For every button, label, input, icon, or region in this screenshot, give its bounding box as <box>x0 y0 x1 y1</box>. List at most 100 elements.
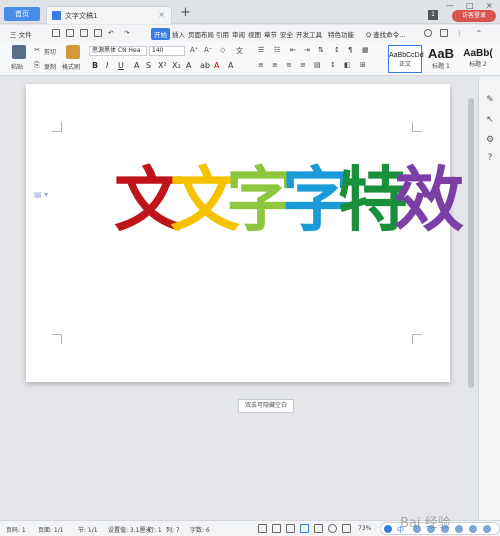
decrease-indent-icon[interactable]: ⇤ <box>290 46 296 54</box>
menu-item-view[interactable]: 视图 <box>248 29 261 39</box>
close-window-icon[interactable]: × <box>486 1 493 10</box>
font-color-icon[interactable]: A <box>214 61 219 70</box>
bold-icon[interactable]: B <box>92 61 98 70</box>
copy-icon[interactable]: ⎘ <box>34 61 40 70</box>
menu-item-review[interactable]: 审阅 <box>232 29 245 39</box>
home-tab[interactable]: 首页 <box>4 7 40 21</box>
shrink-font-icon[interactable]: A⁻ <box>204 46 212 54</box>
ime-logo-icon[interactable] <box>384 525 392 533</box>
art-text[interactable]: 文文字字特效 <box>114 160 464 240</box>
increase-indent-icon[interactable]: ⇥ <box>304 46 310 54</box>
page-mode-icon[interactable] <box>272 524 281 533</box>
web-view-icon[interactable] <box>328 524 337 533</box>
undo-icon[interactable]: ↶ <box>108 29 113 37</box>
line-spacing-icon[interactable]: ↕ <box>330 61 336 69</box>
style-heading-1[interactable]: AaB 标题 1 <box>423 45 459 73</box>
menu-item-page-layout[interactable]: 页面布局 <box>188 29 214 39</box>
style-heading-2[interactable]: AaBb( 标题 2 <box>460 45 496 73</box>
numbered-list-icon[interactable]: ☷ <box>274 46 280 54</box>
cut-label[interactable]: 剪切 <box>44 47 56 56</box>
menu-item-chapter[interactable]: 章节 <box>264 29 277 39</box>
shading-icon[interactable]: ◧ <box>344 61 351 69</box>
ime-menu-icon[interactable] <box>483 525 491 533</box>
ime-skin-icon[interactable] <box>455 525 463 533</box>
font-name-select[interactable]: 思源黑体 CN Hea <box>89 46 147 56</box>
font-size-select[interactable]: 140 <box>149 46 185 56</box>
settings-icon[interactable]: ⚙ <box>485 135 495 145</box>
font-effect-icon[interactable]: A <box>134 61 139 70</box>
border-dropdown-icon[interactable]: ⊞ <box>360 61 366 69</box>
status-page-number[interactable]: 页码: 1 <box>6 525 26 534</box>
style-normal[interactable]: AaBbCcDd 正文 <box>388 45 424 73</box>
menu-item-references[interactable]: 引用 <box>216 29 229 39</box>
align-right-icon[interactable]: ≡ <box>286 61 292 69</box>
cloud-icon[interactable] <box>424 29 432 37</box>
new-tab-button[interactable]: + <box>180 6 191 20</box>
menu-item-developer[interactable]: 开发工具 <box>296 29 322 39</box>
distribute-icon[interactable]: ▤ <box>314 61 321 69</box>
pen-icon[interactable]: ✎ <box>485 95 495 105</box>
select-icon[interactable]: ↖ <box>485 115 495 125</box>
status-word-count[interactable]: 字数: 6 <box>190 525 210 534</box>
status-setting[interactable]: 设置值: 3.1厘米 <box>108 525 151 534</box>
fullscreen-icon[interactable] <box>258 524 267 533</box>
cut-icon[interactable]: ✂ <box>34 46 40 54</box>
command-search[interactable]: Q 查找命令... <box>366 29 405 39</box>
file-menu[interactable]: 三 文件 <box>10 29 32 39</box>
preview-icon[interactable] <box>80 29 88 37</box>
copy-label[interactable]: 复制 <box>44 62 56 71</box>
maximize-icon[interactable]: □ <box>466 1 474 10</box>
justify-icon[interactable]: ≡ <box>300 61 306 69</box>
minimize-icon[interactable]: — <box>446 1 454 10</box>
ime-tool-icon[interactable] <box>469 525 477 533</box>
status-row[interactable]: 行: 1 <box>148 525 162 534</box>
paste-icon[interactable] <box>12 45 26 59</box>
italic-icon[interactable]: I <box>106 61 108 70</box>
strikethrough-icon[interactable]: S <box>146 61 151 70</box>
bullet-list-icon[interactable]: ☰ <box>258 46 264 54</box>
align-center-icon[interactable]: ≡ <box>272 61 278 69</box>
status-column[interactable]: 列: 7 <box>166 525 180 534</box>
collapse-ribbon-icon[interactable]: ^ <box>476 29 481 37</box>
status-section[interactable]: 节: 1/1 <box>78 525 98 534</box>
share-icon[interactable] <box>440 29 448 37</box>
document-tab[interactable]: 文字文稿1 × <box>46 6 172 24</box>
subscript-icon[interactable]: X₂ <box>172 61 181 70</box>
document-page[interactable]: ▤ ▾ 文文字字特效 <box>26 84 464 382</box>
align-left-icon[interactable]: ≡ <box>258 61 264 69</box>
format-painter-icon[interactable] <box>66 45 80 59</box>
status-pages[interactable]: 页面: 1/1 <box>38 525 64 534</box>
superscript-icon[interactable]: X² <box>158 61 167 70</box>
export-icon[interactable] <box>94 29 102 37</box>
paragraph-handle-icon[interactable]: ▤ ▾ <box>34 190 48 199</box>
highlight-icon[interactable]: ab <box>200 61 210 70</box>
menu-item-insert[interactable]: 插入 <box>172 29 185 39</box>
phonetic-icon[interactable]: 文 <box>236 46 243 56</box>
char-border-icon[interactable]: A <box>228 61 233 70</box>
page-view-icon[interactable] <box>300 524 309 533</box>
account-badge[interactable]: 1 <box>428 10 438 20</box>
chinese-layout-icon[interactable]: ⇅ <box>318 46 324 54</box>
sort-icon[interactable]: ↕ <box>334 46 340 54</box>
close-tab-icon[interactable]: × <box>158 10 165 19</box>
more-icon[interactable]: ⋮ <box>456 29 463 37</box>
menu-item-security[interactable]: 安全 <box>280 29 293 39</box>
write-mode-icon[interactable] <box>286 524 295 533</box>
grow-font-icon[interactable]: A⁺ <box>190 46 198 54</box>
menu-item-start[interactable]: 开始 <box>151 28 170 40</box>
clear-format-icon[interactable]: ◇ <box>220 46 225 54</box>
vertical-scrollbar[interactable] <box>467 80 475 516</box>
text-effects-icon[interactable]: A <box>186 61 191 70</box>
visitor-login-button[interactable]: 访客登录 <box>452 10 496 22</box>
menu-item-features[interactable]: 特色功能 <box>328 29 354 39</box>
outline-view-icon[interactable] <box>314 524 323 533</box>
save-icon[interactable] <box>52 29 60 37</box>
redo-icon[interactable]: ↷ <box>124 29 129 37</box>
print-icon[interactable] <box>66 29 74 37</box>
zoom-percent[interactable]: 73% <box>358 525 371 532</box>
borders-icon[interactable]: ▦ <box>362 46 369 54</box>
reading-mode-icon[interactable] <box>342 524 351 533</box>
help-icon[interactable]: ? <box>485 153 495 163</box>
scrollbar-thumb[interactable] <box>468 98 474 388</box>
show-marks-icon[interactable]: ¶ <box>348 46 352 54</box>
